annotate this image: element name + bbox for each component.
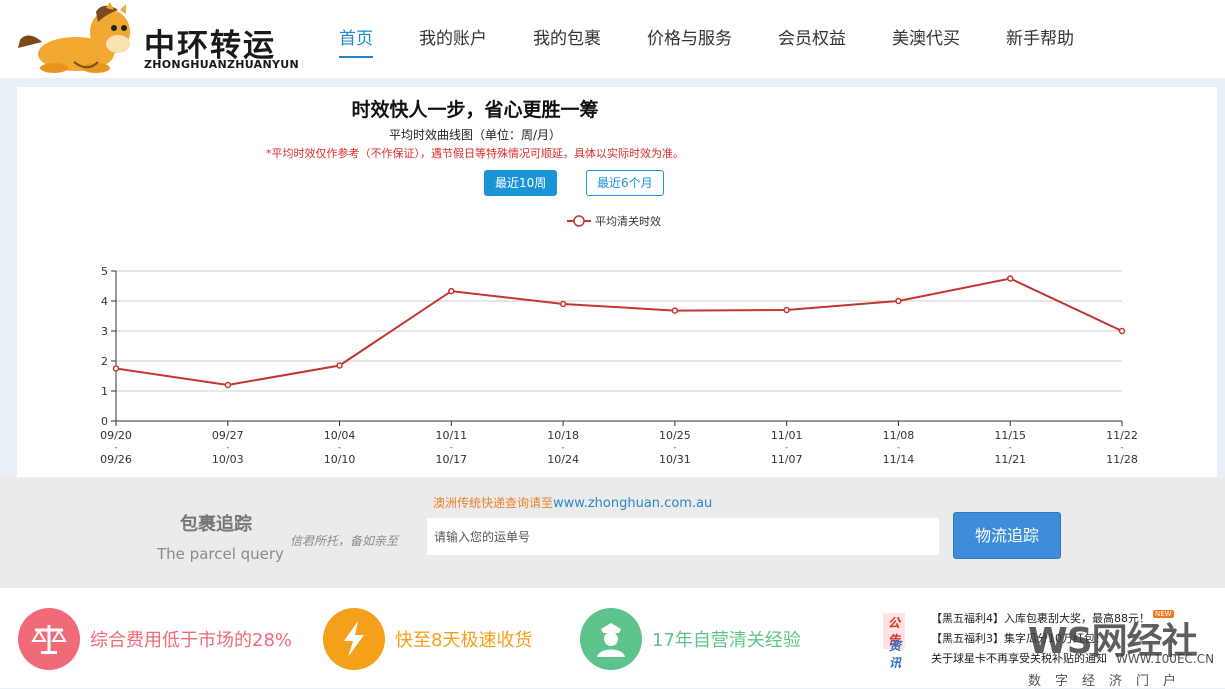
data-point	[783, 306, 790, 314]
x-tick-label: 09/26	[100, 453, 132, 466]
officer-icon	[580, 608, 642, 670]
nav-my-account[interactable]: 我的账户	[396, 0, 510, 78]
feature-fast-delivery: 快至8天极速收货	[323, 608, 532, 670]
series-line	[115, 277, 1123, 387]
watermark: WS网经社 WWW.100EC.CN 数字经济门户	[1028, 612, 1225, 689]
tracking-notice-text: 澳洲传统快递查询请至	[433, 496, 554, 510]
parcel-tracking-section: 包裹追踪 The parcel query 信君所托，备如亲至 澳洲传统快递查询…	[0, 478, 1225, 588]
x-tick-label: 11/07	[771, 453, 803, 466]
track-shipment-button[interactable]: 物流追踪	[953, 512, 1061, 559]
data-point	[112, 365, 120, 372]
feature-customs-experience: 17年自营清关经验	[580, 608, 801, 670]
x-tick-label: 11/15	[994, 429, 1026, 442]
tracking-notice-link[interactable]: www.zhonghuan.com.au	[553, 496, 712, 511]
tracking-number-input[interactable]	[427, 518, 939, 555]
x-tick-separator: -	[338, 443, 341, 453]
site-logo[interactable]: 中环转运 ZHONGHUANZHUANYUN	[14, 2, 304, 76]
tracking-slogan: 信君所托，备如亲至	[290, 534, 399, 548]
nav-beginner-help[interactable]: 新手帮助	[983, 0, 1097, 78]
nav-my-parcels[interactable]: 我的包裹	[510, 0, 624, 78]
main-nav: 首页 我的账户 我的包裹 价格与服务 会员权益 美澳代买 新手帮助	[316, 0, 1097, 78]
x-tick-separator: -	[785, 443, 788, 453]
x-tick-label: 11/08	[883, 429, 915, 442]
data-point	[1118, 327, 1126, 335]
data-point	[1006, 275, 1014, 282]
x-tick-label: 11/22	[1106, 429, 1138, 442]
feature-fast-delivery-text: 快至8天极速收货	[395, 630, 533, 651]
watermark-tagline: 数字经济门户	[1028, 674, 1191, 689]
nav-pricing-services[interactable]: 价格与服务	[624, 0, 755, 78]
y-tick-label: 5	[101, 265, 108, 278]
nav-member-benefits[interactable]: 会员权益	[755, 0, 869, 78]
timeliness-line-chart: 01234509/20-09/2609/27-10/0310/04-10/101…	[100, 265, 1138, 466]
y-tick-label: 4	[101, 295, 108, 308]
data-point	[671, 307, 679, 314]
nav-us-au-purchase[interactable]: 美澳代买	[869, 0, 983, 78]
site-header: 中环转运 ZHONGHUANZHUANYUN 首页 我的账户 我的包裹 价格与服…	[0, 0, 1225, 78]
x-tick-separator: -	[114, 443, 117, 453]
tracking-subtitle: The parcel query	[157, 545, 284, 563]
x-tick-label: 10/18	[547, 429, 579, 442]
x-tick-label: 10/24	[547, 453, 579, 466]
x-tick-label: 11/14	[883, 453, 915, 466]
x-tick-label: 11/28	[1106, 453, 1138, 466]
timeliness-panel: 时效快人一步，省心更胜一筹 平均时效曲线图（单位：周/月） *平均时效仅作参考（…	[17, 87, 1217, 477]
x-tick-label: 09/20	[100, 429, 132, 442]
x-tick-separator: -	[561, 443, 564, 453]
data-point	[895, 297, 902, 305]
watermark-url: WWW.100EC.CN	[1116, 652, 1215, 666]
lightning-icon	[323, 608, 385, 670]
y-tick-label: 3	[101, 325, 108, 338]
x-tick-label: 10/04	[324, 429, 356, 442]
x-tick-label: 10/25	[659, 429, 691, 442]
logo-subtitle: ZHONGHUANZHUANYUN	[144, 58, 299, 71]
feature-low-cost: 综合费用低于市场的28%	[18, 608, 292, 670]
info-tag: 资讯	[889, 639, 902, 670]
x-tick-label: 11/21	[994, 453, 1026, 466]
data-point	[559, 300, 567, 308]
scale-icon	[18, 608, 80, 670]
data-point	[448, 287, 455, 295]
x-tick-label: 10/31	[659, 453, 691, 466]
feature-low-cost-text: 综合费用低于市场的28%	[90, 630, 293, 651]
x-tick-separator: -	[1009, 443, 1012, 453]
x-tick-separator: -	[450, 443, 453, 453]
x-tick-separator: -	[673, 443, 676, 453]
x-tick-label: 09/27	[212, 429, 244, 442]
x-tick-label: 10/17	[435, 453, 467, 466]
nav-home[interactable]: 首页	[316, 0, 396, 78]
y-tick-label: 1	[101, 385, 108, 398]
horse-mascot-icon	[18, 2, 130, 73]
x-tick-label: 10/03	[212, 453, 244, 466]
x-tick-label: 10/10	[324, 453, 356, 466]
feature-customs-experience-text: 17年自营清关经验	[652, 630, 801, 651]
x-tick-label: 10/11	[435, 429, 467, 442]
x-tick-separator: -	[1120, 443, 1123, 453]
y-tick-label: 0	[101, 415, 108, 428]
x-tick-label: 11/01	[771, 429, 803, 442]
tracking-notice: 澳洲传统快递查询请至www.zhonghuan.com.au	[433, 494, 712, 511]
data-point	[336, 362, 343, 369]
x-tick-separator: -	[226, 443, 229, 453]
x-tick-separator: -	[897, 443, 900, 453]
tracking-title: 包裹追踪	[180, 514, 252, 535]
data-point	[224, 381, 232, 389]
y-tick-label: 2	[101, 355, 108, 368]
